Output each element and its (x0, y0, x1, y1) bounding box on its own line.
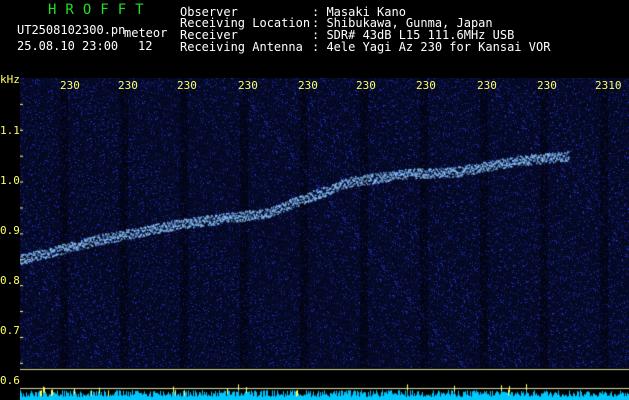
filename-label: UT2508102300.pn (17, 23, 126, 37)
y-tick: 0.8 (0, 274, 20, 287)
x-tick: 230 (238, 79, 258, 92)
spectrogram-canvas (20, 78, 629, 400)
datetime-label: 25.08.10 23:00 (17, 39, 119, 53)
x-tick: 230 (118, 79, 138, 92)
mode-label: meteor (124, 26, 168, 40)
y-tick: 0.6 (0, 374, 20, 387)
y-axis-unit: kHz (0, 73, 20, 86)
x-tick: 230 (356, 79, 376, 92)
x-tick: 230 (298, 79, 318, 92)
x-tick: 230 (537, 79, 557, 92)
x-tick: 230 (416, 79, 436, 92)
app-logo: HROFFT (48, 2, 153, 18)
x-tick: 230 (477, 79, 497, 92)
y-tick: 0.9 (0, 224, 20, 237)
antenna-value: : 4ele Yagi Az 230 for Kansai VOR (312, 40, 551, 54)
y-tick: 0.7 (0, 324, 20, 337)
antenna-label: Receiving Antenna (180, 40, 303, 54)
y-tick: 1.1 (0, 124, 20, 137)
count-label: 12 (138, 39, 153, 53)
x-tick: 230 (60, 79, 80, 92)
x-tick: 2310 (595, 79, 622, 92)
x-tick: 230 (177, 79, 197, 92)
y-tick: 1.0 (0, 174, 20, 187)
